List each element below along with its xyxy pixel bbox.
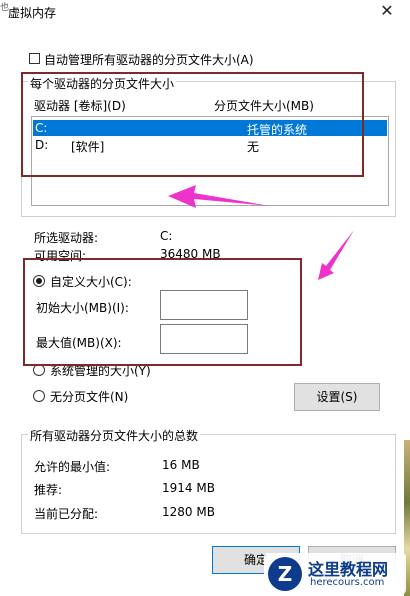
- arrow-to-custom-icon: [318, 230, 354, 280]
- arrow-to-list-icon: [168, 185, 270, 208]
- watermark-url: herecours.com: [310, 577, 385, 588]
- watermark-logo-icon: Z: [268, 557, 302, 591]
- annotation-arrows: [168, 185, 354, 280]
